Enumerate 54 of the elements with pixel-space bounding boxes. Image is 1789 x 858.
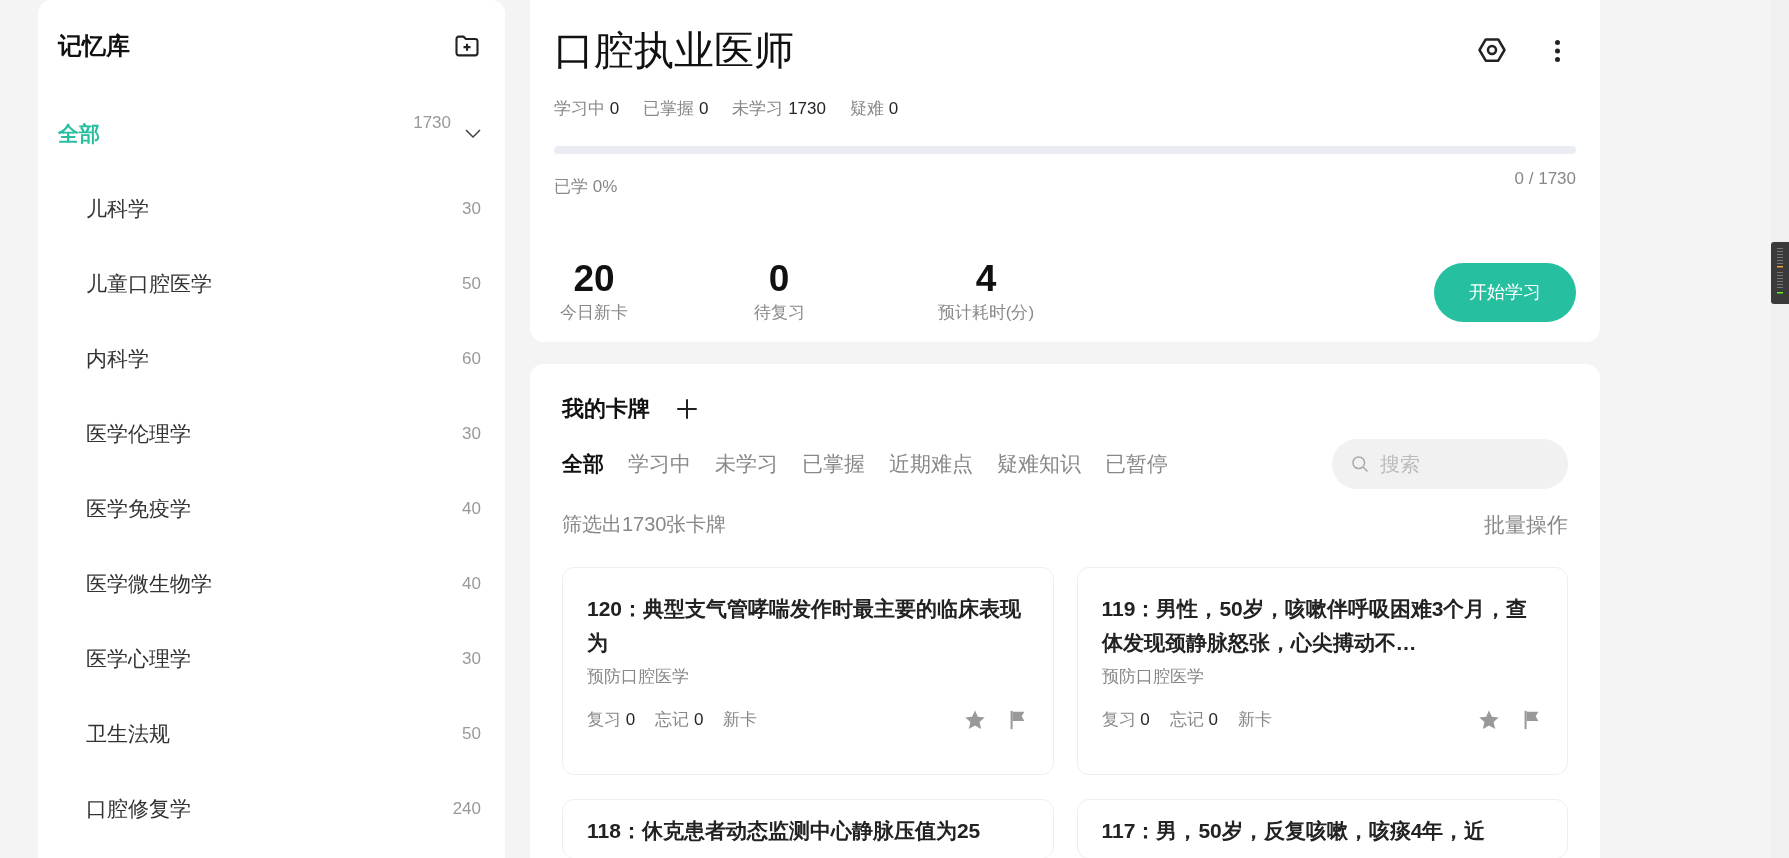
metric-value: 20	[573, 259, 615, 300]
settings-button[interactable]	[1477, 35, 1507, 65]
metric-label: 待复习	[753, 301, 805, 324]
sidebar-item[interactable]: 儿童口腔医学 50	[54, 246, 481, 321]
filter-tab[interactable]: 学习中	[628, 448, 691, 480]
filter-tab[interactable]: 已暂停	[1105, 448, 1168, 480]
filter-tab[interactable]: 已掌握	[802, 448, 865, 480]
filter-tab[interactable]: 疑难知识	[997, 448, 1081, 480]
card-deck-label: 预防口腔医学	[587, 665, 690, 688]
batch-action-button[interactable]: 批量操作	[1484, 509, 1568, 541]
progress-caption: 已学 0%	[554, 175, 618, 198]
metric-label: 预计耗时(分)	[937, 301, 1035, 324]
deck-stat: 学习中 0	[554, 98, 620, 120]
card-stat: 忘记 0	[1169, 709, 1218, 732]
card-tag: 新卡	[723, 707, 758, 733]
filter-tab[interactable]: 未学习	[715, 448, 778, 480]
hexagon-settings-icon	[1477, 35, 1507, 65]
sidebar-item[interactable]: 医学伦理学 30	[54, 396, 481, 471]
card-title: 117：男，50岁，反复咳嗽，咳痰4年，近	[1101, 817, 1487, 844]
deck-title: 口腔执业医师	[554, 27, 794, 74]
deck-stat: 已掌握 0	[643, 98, 709, 120]
card-title: 120：典型支气管哮喘发作时最主要的临床表现为	[587, 595, 1023, 656]
card-stat: 复习 0	[1101, 709, 1150, 732]
progress-count: 0 / 1730	[1514, 167, 1576, 190]
flashcard[interactable]: 119：男性，50岁，咳嗽伴呼吸困难3个月，查体发现颈静脉怒张，心尖搏动不… 预防口腔医学 复习 0 忘记 0 新卡	[1076, 566, 1568, 775]
more-button[interactable]	[1555, 38, 1560, 62]
sidebar-item[interactable]: 医学微生物学 40	[54, 546, 481, 621]
sidebar-item[interactable]: 内科学 60	[54, 321, 481, 396]
filter-tab[interactable]: 全部	[562, 448, 604, 480]
filter-count-text: 筛选出1730张卡牌	[562, 512, 727, 537]
search-icon	[1350, 454, 1370, 474]
sidebar-item[interactable]: 医学免疫学 40	[54, 471, 481, 546]
card-stat: 复习 0	[587, 709, 636, 732]
card-stat: 忘记 0	[655, 709, 704, 732]
metric-value: 0	[768, 259, 790, 300]
sidebar-item[interactable]: 儿科学 30	[54, 171, 481, 246]
deck-stat: 未学习 1730	[732, 98, 826, 120]
more-vertical-icon	[1555, 39, 1560, 62]
sidebar-item[interactable]: 口腔修复学 240	[54, 771, 481, 846]
card-title: 118：休克患者动态监测中心静脉压值为25	[587, 817, 982, 844]
chevron-down-icon	[465, 129, 481, 138]
sidebar-item[interactable]: 医学心理学 30	[54, 621, 481, 696]
filter-tab[interactable]: 近期难点	[889, 448, 973, 480]
sidebar-item[interactable]: 卫生法规 50	[54, 696, 481, 771]
flashcard[interactable]: 120：典型支气管哮喘发作时最主要的临床表现为 预防口腔医学 复习 0 忘记 0 新卡	[562, 566, 1054, 775]
level-meter-drawing	[1771, 242, 1789, 304]
card-title: 119：男性，50岁，咳嗽伴呼吸困难3个月，查体发现颈静脉怒张，心尖搏动不…	[1101, 595, 1529, 656]
card-tag: 新卡	[1237, 707, 1272, 733]
card-deck-label: 预防口腔医学	[1101, 665, 1205, 688]
deck-stat: 疑难 0	[849, 98, 899, 120]
section-title: 我的卡牌	[562, 395, 650, 423]
metric-value: 4	[975, 259, 997, 300]
metric-label: 今日新卡	[560, 301, 628, 324]
sidebar-title: 记忆库	[58, 31, 130, 61]
